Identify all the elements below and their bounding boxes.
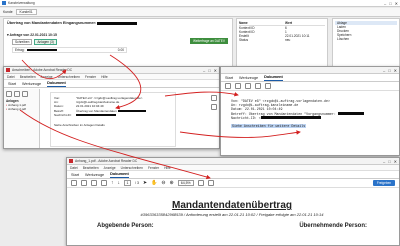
annotation-arrows <box>19 54 301 180</box>
arrow-3 <box>164 91 239 97</box>
arrow-4 <box>19 109 211 180</box>
arrow-2 <box>109 54 142 110</box>
arrow-5 <box>179 130 301 138</box>
arrow-1 <box>21 59 67 80</box>
